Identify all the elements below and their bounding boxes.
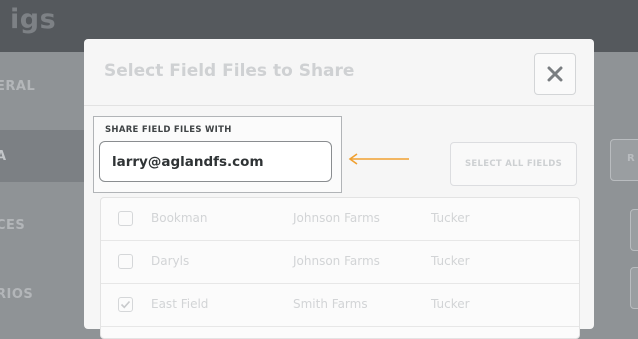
field-name: East Field <box>151 297 209 311</box>
field-name: Bookman <box>151 211 208 225</box>
background-button[interactable]: R <box>610 139 638 181</box>
field-farm: Johnson Farms <box>293 211 380 225</box>
select-all-fields-button[interactable]: SELECT ALL FIELDS <box>450 142 577 186</box>
sidebar-item-label: ERAL <box>0 78 36 94</box>
sidebar-item-devices[interactable]: CES <box>0 199 84 251</box>
sidebar-item-label: A <box>0 148 7 164</box>
sidebar-item-scenarios[interactable]: RIOS <box>0 268 84 320</box>
list-item[interactable]: East Field Smith Farms Tucker <box>101 284 579 327</box>
sidebar-item-label: CES <box>0 217 26 233</box>
background-page-title: igs <box>10 4 57 35</box>
share-email-input[interactable]: larry@aglandfs.com <box>99 141 332 182</box>
checkmark-icon <box>120 300 131 309</box>
sidebar-item-label: RIOS <box>0 286 34 302</box>
field-owner: Tucker <box>431 254 470 268</box>
share-with-label: SHARE FIELD FILES WITH <box>105 125 232 135</box>
sidebar-item-general[interactable]: ERAL <box>0 60 84 112</box>
annotation-arrow-icon <box>348 153 409 165</box>
field-checkbox[interactable] <box>118 211 133 226</box>
list-item[interactable]: Bookman Johnson Farms Tucker <box>101 198 579 241</box>
field-farm: Johnson Farms <box>293 254 380 268</box>
sidebar-item-data[interactable]: A <box>0 130 84 182</box>
close-button[interactable] <box>534 53 576 95</box>
field-farm: Smith Farms <box>293 297 368 311</box>
fields-list: Bookman Johnson Farms Tucker Daryls John… <box>100 197 580 339</box>
background-field-edge <box>630 209 638 251</box>
field-name: Daryls <box>151 254 190 268</box>
modal-title: Select Field Files to Share <box>104 61 355 81</box>
share-fields-modal: Select Field Files to Share SHARE FIELD … <box>84 39 594 339</box>
field-owner: Tucker <box>431 297 470 311</box>
field-owner: Tucker <box>431 211 470 225</box>
background-button-label: R <box>627 153 635 164</box>
field-checkbox[interactable] <box>118 254 133 269</box>
background-sidebar: ERAL A CES RIOS <box>0 52 84 313</box>
modal-header: Select Field Files to Share <box>84 39 594 106</box>
share-with-section: SHARE FIELD FILES WITH larry@aglandfs.co… <box>93 116 342 193</box>
list-item[interactable]: Daryls Johnson Farms Tucker <box>101 241 579 284</box>
background-field-edge <box>630 267 638 309</box>
close-x-icon <box>547 66 563 82</box>
field-checkbox[interactable] <box>118 297 133 312</box>
